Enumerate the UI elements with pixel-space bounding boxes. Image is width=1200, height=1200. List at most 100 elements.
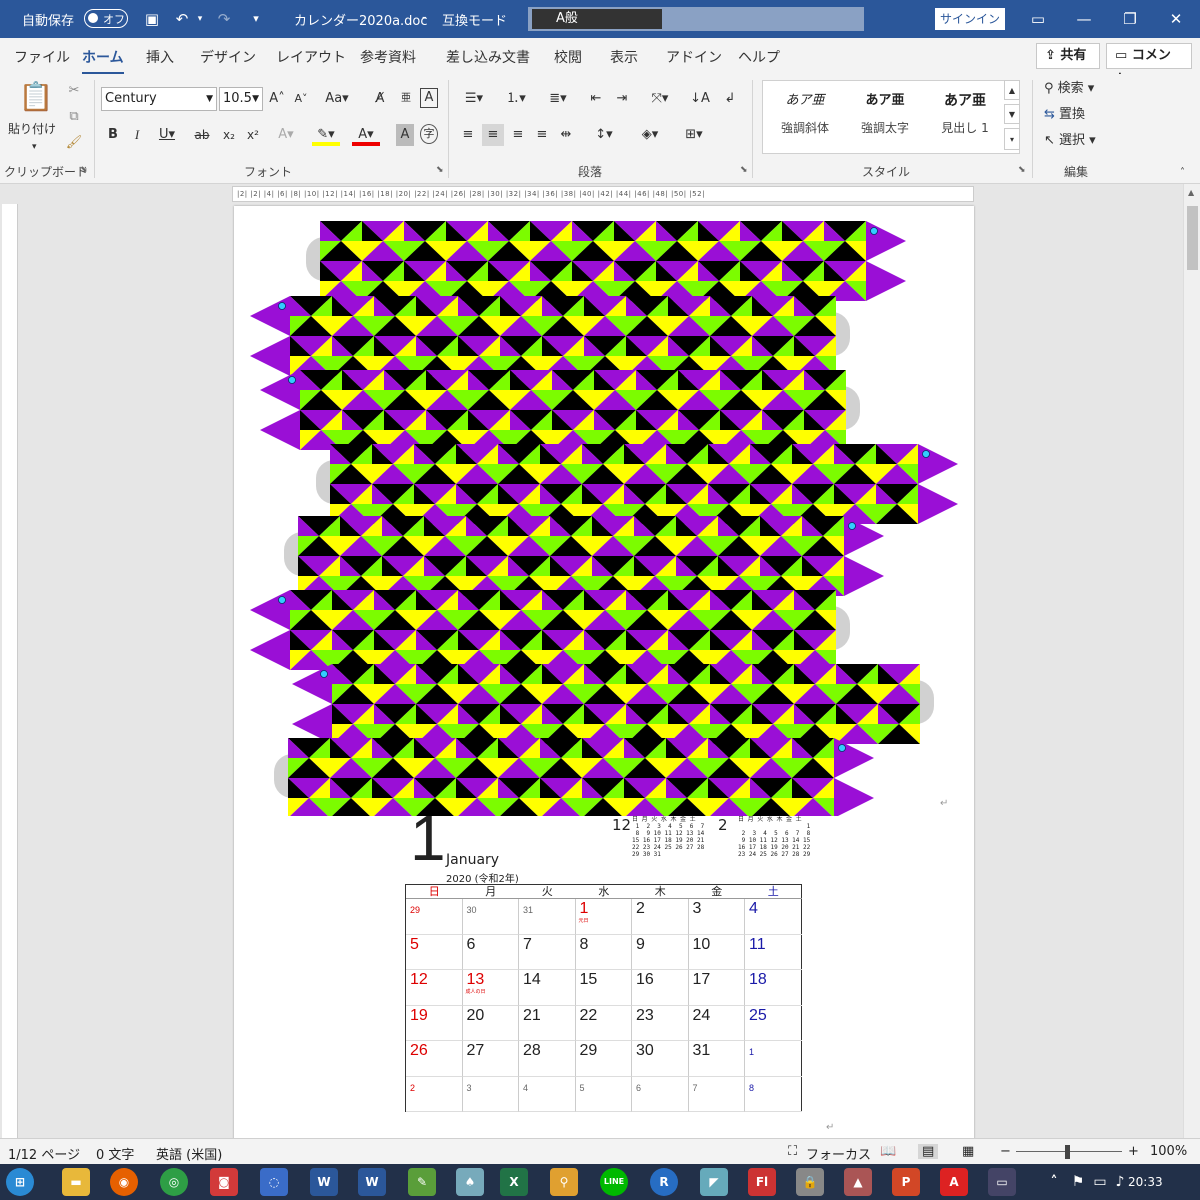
clipboard-launcher-icon[interactable]: ⬊ xyxy=(80,165,88,175)
text-direction-icon[interactable]: ⤧▾ xyxy=(642,88,678,110)
tab-home[interactable]: ホーム xyxy=(82,47,124,75)
decrease-indent-icon[interactable]: ⇤ xyxy=(586,88,606,110)
phonetic-guide-icon[interactable]: 亜 xyxy=(396,88,416,110)
font-size-combo[interactable]: 10.5 ▼ xyxy=(219,87,263,111)
tab-references[interactable]: 参考資料 xyxy=(360,47,416,67)
cut-icon[interactable]: ✂ xyxy=(64,80,84,102)
page-count[interactable]: 1/12 ページ xyxy=(8,1144,80,1163)
styles-scroll-down-icon[interactable]: ▼ xyxy=(1004,104,1020,124)
highlight-icon[interactable]: ✎▾ xyxy=(312,124,340,146)
replace-button[interactable]: ⇆ 置換 xyxy=(1044,104,1085,126)
r-icon[interactable]: R xyxy=(650,1168,678,1196)
zoom-in-icon[interactable]: + xyxy=(1128,1144,1139,1159)
paragraph-launcher-icon[interactable]: ⬊ xyxy=(740,165,748,175)
bullets-icon[interactable]: ☰▾ xyxy=(456,88,492,110)
style-heading-1[interactable]: あア亜 見出し 1 xyxy=(925,89,1005,136)
save-icon[interactable]: ▣ xyxy=(142,9,162,29)
close-icon[interactable]: ✕ xyxy=(1156,6,1196,32)
borders-icon[interactable]: ⊞▾ xyxy=(676,124,712,146)
word-doc-icon[interactable]: W xyxy=(358,1168,386,1196)
tab-view[interactable]: 表示 xyxy=(610,47,638,67)
ime-mode[interactable]: A般 xyxy=(532,9,662,29)
tab-file[interactable]: ファイル xyxy=(14,47,70,67)
vertical-ruler[interactable] xyxy=(2,204,18,1138)
word-icon[interactable]: W xyxy=(310,1168,338,1196)
camera-app-icon[interactable]: ◙ xyxy=(210,1168,238,1196)
select-button[interactable]: ↖ 選択 ▾ xyxy=(1044,130,1096,152)
horizontal-ruler[interactable]: |2| |2| |4| |6| |8| |10| |12| |14| |16| … xyxy=(232,186,974,202)
underline-icon[interactable]: U▾ xyxy=(152,124,182,146)
word-count[interactable]: 0 文字 xyxy=(96,1144,134,1163)
security-icon[interactable]: 🔒 xyxy=(796,1168,824,1196)
font-launcher-icon[interactable]: ⬊ xyxy=(436,165,444,175)
style-emphasis-bold[interactable]: あア亜 強調太字 xyxy=(845,89,925,136)
line-icon[interactable]: LINE xyxy=(600,1168,628,1196)
focus-mode-icon[interactable]: ⛶ xyxy=(788,1144,797,1159)
increase-indent-icon[interactable]: ⇥ xyxy=(612,88,632,110)
focus-mode-label[interactable]: フォーカス xyxy=(806,1144,871,1163)
enclose-characters-icon[interactable]: 字 xyxy=(420,124,438,144)
align-right-icon[interactable]: ≡ xyxy=(508,124,528,146)
shading-icon[interactable]: ◈▾ xyxy=(632,124,668,146)
font-color-icon[interactable]: A▾ xyxy=(352,124,380,146)
tab-help[interactable]: ヘルプ xyxy=(738,47,780,67)
restore-icon[interactable]: ❐ xyxy=(1110,6,1150,32)
fl-icon[interactable]: Fl xyxy=(748,1168,776,1196)
italic-icon[interactable]: I xyxy=(128,124,146,146)
sort-icon[interactable]: ↓A xyxy=(690,88,710,110)
zoom-level[interactable]: 100% xyxy=(1150,1144,1187,1159)
align-left-icon[interactable]: ≡ xyxy=(458,124,478,146)
tab-review[interactable]: 校閲 xyxy=(554,47,582,67)
powerpoint-icon[interactable]: P xyxy=(892,1168,920,1196)
tab-insert[interactable]: 挿入 xyxy=(146,47,174,67)
copy-icon[interactable]: ⧉ xyxy=(64,106,84,128)
read-mode-icon[interactable]: 📖 xyxy=(880,1144,896,1159)
multilevel-list-icon[interactable]: ≣▾ xyxy=(540,88,576,110)
bold-icon[interactable]: B xyxy=(104,124,122,146)
ribbon-display-icon[interactable]: ▭ xyxy=(1018,6,1058,32)
scrollbar-thumb[interactable] xyxy=(1187,206,1198,270)
customize-qat-icon[interactable]: ▾ xyxy=(246,9,266,29)
language-indicator[interactable]: 英語 (米国) xyxy=(156,1144,222,1163)
share-button[interactable]: ⇪ 共有 xyxy=(1036,43,1100,69)
notepad-icon[interactable]: ✎ xyxy=(408,1168,436,1196)
tab-design[interactable]: デザイン xyxy=(200,47,256,67)
app-icon[interactable]: ▲ xyxy=(844,1168,872,1196)
justify-icon[interactable]: ≡ xyxy=(532,124,552,146)
document-page[interactable]: ↵ 1 January 2020 (令和2年) 12 日 月 火 水 木 金 土… xyxy=(234,206,974,1138)
collapse-ribbon-icon[interactable]: ˄ xyxy=(1180,162,1185,184)
styles-launcher-icon[interactable]: ⬊ xyxy=(1018,165,1026,175)
styles-more-icon[interactable]: ▾ xyxy=(1004,128,1020,150)
grow-font-icon[interactable]: A˄ xyxy=(268,88,286,110)
minimize-icon[interactable]: — xyxy=(1064,6,1104,32)
subscript-icon[interactable]: x₂ xyxy=(220,124,238,146)
signin-button[interactable]: サインイン xyxy=(935,8,1005,30)
align-center-icon[interactable]: ≡ xyxy=(482,124,504,146)
line-spacing-icon[interactable]: ↕▾ xyxy=(586,124,622,146)
numbering-icon[interactable]: ⒈▾ xyxy=(498,88,534,110)
app-window-icon[interactable]: ▭ xyxy=(988,1168,1016,1196)
style-emphasis-italic[interactable]: あア亜 強調斜体 xyxy=(765,89,845,136)
change-case-icon[interactable]: Aa▾ xyxy=(322,88,352,110)
start-icon[interactable]: ⊞ xyxy=(6,1168,34,1196)
autosave-toggle[interactable]: オフ xyxy=(84,9,128,28)
firefox-icon[interactable]: ◉ xyxy=(110,1168,138,1196)
redo-icon[interactable]: ↷ xyxy=(214,9,234,29)
undo-dropdown-icon[interactable]: ▾ xyxy=(190,9,210,29)
superscript-icon[interactable]: x² xyxy=(244,124,262,146)
zoom-out-icon[interactable]: − xyxy=(1000,1144,1011,1159)
strikethrough-icon[interactable]: ab xyxy=(192,124,212,146)
character-shading-icon[interactable]: A xyxy=(396,124,414,146)
ime-toolbar[interactable]: A般 xyxy=(528,7,864,31)
scroll-up-icon[interactable]: ▲ xyxy=(1188,188,1194,197)
clear-formatting-icon[interactable]: A̸ xyxy=(370,88,390,110)
text-effects-icon[interactable]: A▾ xyxy=(272,124,300,146)
file-explorer-icon[interactable]: ▬ xyxy=(62,1168,90,1196)
print-layout-icon[interactable]: ▤ xyxy=(918,1144,939,1159)
show-marks-icon[interactable]: ↲ xyxy=(720,88,740,110)
clock[interactable]: 20:33 xyxy=(1128,1175,1163,1189)
comment-button[interactable]: ▭ コメント xyxy=(1106,43,1192,87)
network-app-icon[interactable]: ◌ xyxy=(260,1168,288,1196)
balloon-icon[interactable]: ♠ xyxy=(456,1168,484,1196)
tab-layout[interactable]: レイアウト xyxy=(276,47,346,67)
